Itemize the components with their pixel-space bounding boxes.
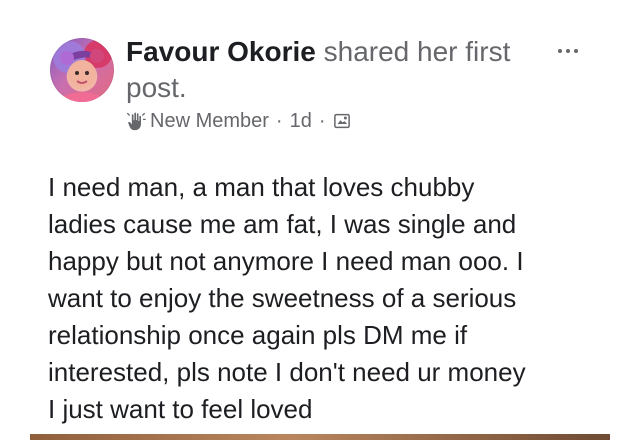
wave-icon (126, 111, 150, 131)
more-options-icon (566, 49, 570, 53)
wave-icon-svg (127, 112, 146, 131)
post-meta: New Member · 1d · (126, 108, 351, 134)
meta-separator: · (318, 109, 326, 132)
post-header: Favour Okorie shared her first post. (126, 34, 556, 106)
facebook-post: Favour Okorie shared her first post. New… (0, 0, 640, 440)
group-privacy-icon[interactable] (333, 112, 351, 130)
more-options-icon (574, 49, 578, 53)
group-privacy-icon-svg (333, 113, 350, 129)
new-member-badge: New Member (150, 109, 269, 132)
more-options-button[interactable] (553, 38, 583, 64)
profile-avatar[interactable] (50, 38, 114, 102)
image-preview-edge (30, 434, 610, 440)
author-name-link[interactable]: Favour Okorie (126, 36, 316, 67)
avatar-portrait-icon (58, 49, 106, 102)
meta-separator: · (275, 109, 283, 132)
more-options-icon (558, 49, 562, 53)
post-body-text: I need man, a man that loves chubby ladi… (48, 172, 526, 424)
post-time[interactable]: 1d (290, 110, 312, 133)
